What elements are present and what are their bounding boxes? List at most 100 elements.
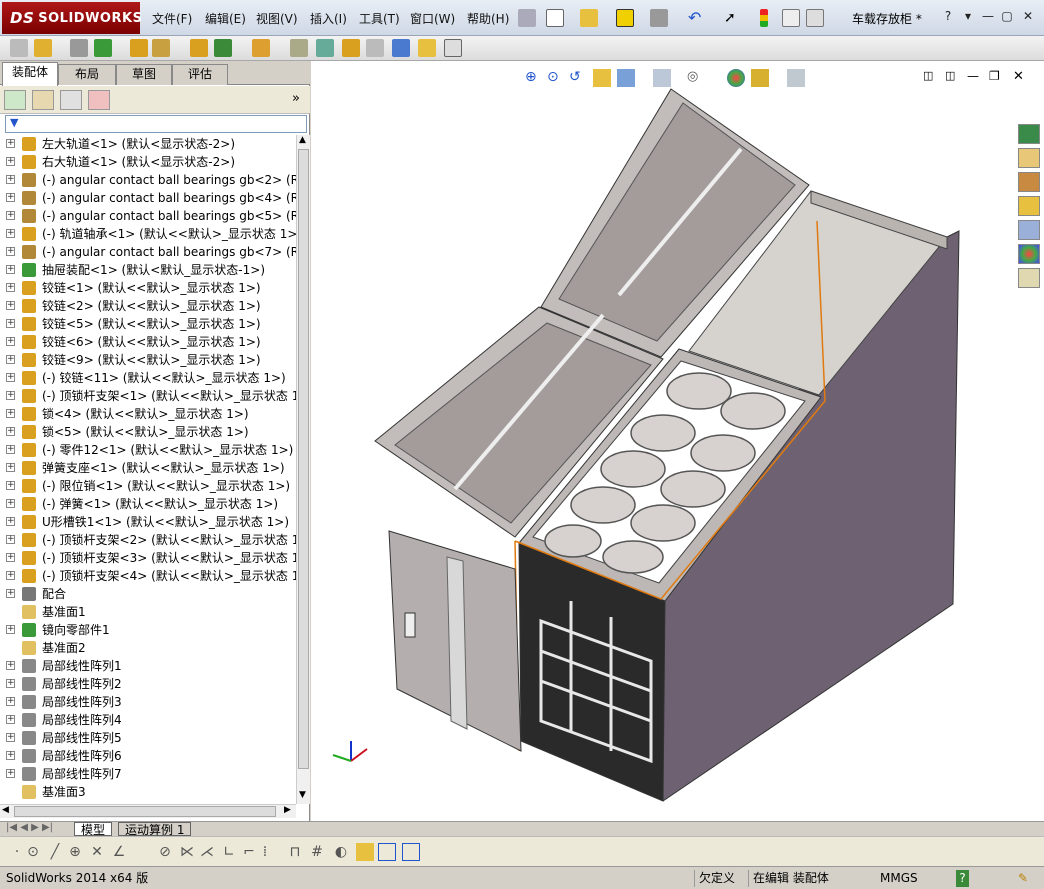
custom-properties-icon[interactable] (1018, 268, 1040, 288)
new-part-icon[interactable] (34, 39, 52, 57)
split-icon[interactable]: ⋌ (198, 843, 216, 861)
tree-item[interactable]: + 右大轨道<1> (默认<显示状态-2>) (0, 153, 296, 171)
scroll-thumb[interactable] (298, 149, 309, 769)
expand-toggle-icon[interactable]: + (6, 247, 15, 256)
grid-icon[interactable]: # (308, 843, 326, 861)
tree-vertical-scrollbar[interactable]: ▲ ▼ (296, 135, 310, 804)
tree-item[interactable]: + 局部线性阵列6 (0, 747, 296, 765)
clip-icon[interactable] (70, 39, 88, 57)
expand-toggle-icon[interactable]: + (6, 175, 15, 184)
mate-icon[interactable] (94, 39, 112, 57)
expand-toggle-icon[interactable]: + (6, 661, 15, 670)
help-icon[interactable]: ? (940, 8, 956, 24)
table-icon[interactable] (402, 843, 420, 861)
units-system[interactable]: MMGS (880, 870, 918, 887)
exploded-view-icon[interactable] (366, 39, 384, 57)
list-icon[interactable] (806, 9, 824, 27)
expand-toggle-icon[interactable]: + (6, 355, 15, 364)
tree-item[interactable]: + (-) 零件12<1> (默认<<默认>_显示状态 1>) (0, 441, 296, 459)
assembly-features-icon[interactable] (252, 39, 270, 57)
tree-item[interactable]: + 局部线性阵列5 (0, 729, 296, 747)
tree-item[interactable]: + 配合 (0, 585, 296, 603)
configuration-manager-icon[interactable] (60, 90, 82, 110)
expand-toggle-icon[interactable]: + (6, 373, 15, 382)
menu-edit[interactable]: 编辑(E) (205, 10, 246, 27)
expand-toggle-icon[interactable]: + (6, 751, 15, 760)
display-manager-icon[interactable] (88, 90, 110, 110)
traffic-light-icon[interactable] (760, 9, 768, 27)
tree-item[interactable]: + (-) 顶锁杆支架<3> (默认<<默认>_显示状态 1>) (0, 549, 296, 567)
new-motion-study-icon[interactable] (316, 39, 334, 57)
scroll-left-icon[interactable]: ◀ (2, 805, 9, 815)
tree-horizontal-scrollbar[interactable]: ◀ ▶ (0, 804, 296, 818)
filter-input[interactable]: ▼ (5, 115, 307, 133)
rebuild-pencil-icon[interactable]: ✎ (1018, 870, 1028, 887)
expand-toggle-icon[interactable]: + (6, 499, 15, 508)
tree-item[interactable]: + 局部线性阵列3 (0, 693, 296, 711)
tree-item[interactable]: + 铰链<2> (默认<<默认>_显示状态 1>) (0, 297, 296, 315)
menu-window[interactable]: 窗口(W) (410, 10, 455, 27)
tree-item[interactable]: + 铰链<1> (默认<<默认>_显示状态 1>) (0, 279, 296, 297)
appearances-icon[interactable] (1018, 244, 1040, 264)
scroll-right-icon[interactable]: ▶ (284, 805, 291, 815)
tree-item[interactable]: + (-) 顶锁杆支架<1> (默认<<默认>_显示状态 1>) (0, 387, 296, 405)
tree-item[interactable]: + (-) 限位销<1> (默认<<默认>_显示状态 1>) (0, 477, 296, 495)
tab-evaluate[interactable]: 评估 (172, 64, 228, 85)
fillet-icon[interactable]: ∟ (220, 843, 238, 861)
tree-item[interactable]: + 镜向零部件1 (0, 621, 296, 639)
expand-toggle-icon[interactable]: + (6, 679, 15, 688)
show-hidden-icon[interactable] (214, 39, 232, 57)
menu-insert[interactable]: 插入(I) (310, 10, 347, 27)
select-pointer-icon[interactable]: ➚ (724, 9, 742, 27)
large-assembly-icon[interactable] (444, 39, 462, 57)
scroll-down-icon[interactable]: ▼ (299, 790, 306, 800)
tree-item[interactable]: 基准面2 (0, 639, 296, 657)
open-folder-icon[interactable] (580, 9, 598, 27)
dotted-corner-icon[interactable]: ⁞ (256, 843, 274, 861)
tree-item[interactable]: + 左大轨道<1> (默认<显示状态-2>) (0, 135, 296, 153)
menu-help[interactable]: 帮助(H) (467, 10, 509, 27)
expand-toggle-icon[interactable]: + (6, 319, 15, 328)
tree-item[interactable]: + (-) 顶锁杆支架<2> (默认<<默认>_显示状态 1>) (0, 531, 296, 549)
explode-line-icon[interactable] (392, 39, 410, 57)
expand-toggle-icon[interactable]: + (6, 697, 15, 706)
expand-chevron-icon[interactable]: » (292, 91, 300, 106)
tab-layout[interactable]: 布局 (58, 64, 116, 85)
undo-icon[interactable]: ↶ (688, 9, 706, 27)
smart-fasteners-icon[interactable] (152, 39, 170, 57)
expand-toggle-icon[interactable]: + (6, 265, 15, 274)
dimension-icon[interactable]: ⊓ (286, 843, 304, 861)
close-button[interactable]: ✕ (1020, 8, 1036, 24)
expand-toggle-icon[interactable]: + (6, 157, 15, 166)
polygon-icon[interactable]: ⊕ (66, 843, 84, 861)
expand-toggle-icon[interactable]: + (6, 427, 15, 436)
expand-toggle-icon[interactable]: + (6, 337, 15, 346)
expand-toggle-icon[interactable]: + (6, 589, 15, 598)
menu-file[interactable]: 文件(F) (152, 10, 192, 27)
tree-item[interactable]: + (-) angular contact ball bearings gb<2>… (0, 171, 296, 189)
angle-icon[interactable]: ∠ (110, 843, 128, 861)
circle-center-icon[interactable]: ⊙ (24, 843, 42, 861)
window-icon[interactable] (378, 843, 396, 861)
tree-item[interactable]: + 铰链<5> (默认<<默认>_显示状态 1>) (0, 315, 296, 333)
tree-item[interactable]: + 弹簧支座<1> (默认<<默认>_显示状态 1>) (0, 459, 296, 477)
tree-item[interactable]: + (-) 铰链<11> (默认<<默认>_显示状态 1>) (0, 369, 296, 387)
insert-component-icon[interactable] (10, 39, 28, 57)
design-library-icon[interactable] (1018, 172, 1040, 192)
view-palette-icon[interactable] (1018, 220, 1040, 240)
print-icon[interactable] (650, 9, 668, 27)
help-dropdown-icon[interactable]: ▾ (960, 8, 976, 24)
tree-item[interactable]: + 锁<4> (默认<<默认>_显示状态 1>) (0, 405, 296, 423)
tree-item[interactable]: + (-) angular contact ball bearings gb<7>… (0, 243, 296, 261)
lock-icon[interactable] (356, 843, 374, 861)
expand-toggle-icon[interactable]: + (6, 301, 15, 310)
sw-resources-icon[interactable] (1018, 124, 1040, 144)
expand-toggle-icon[interactable]: + (6, 211, 15, 220)
expand-toggle-icon[interactable]: + (6, 517, 15, 526)
expand-toggle-icon[interactable]: + (6, 481, 15, 490)
expand-toggle-icon[interactable]: + (6, 229, 15, 238)
trim-icon[interactable]: ✕ (88, 843, 106, 861)
expand-toggle-icon[interactable]: + (6, 139, 15, 148)
expand-toggle-icon[interactable]: + (6, 283, 15, 292)
relations-icon[interactable]: ◐ (332, 843, 350, 861)
